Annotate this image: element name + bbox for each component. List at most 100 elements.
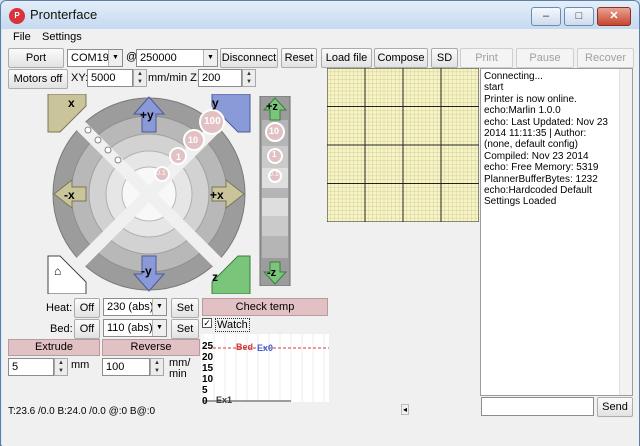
bed-set-button[interactable]: Set <box>171 319 199 339</box>
chevron-down-icon: ▼ <box>152 299 166 315</box>
recover-button[interactable]: Recover <box>577 48 634 68</box>
watch-checkbox[interactable]: ✓ <box>202 318 212 328</box>
maximize-button[interactable]: □ <box>564 7 594 26</box>
log-line: echo: Last Updated: Nov 23 <box>484 116 608 128</box>
step-0-1-label: 0.1 <box>156 170 166 177</box>
bed-value: 110 (abs) <box>107 322 153 334</box>
bed-select[interactable]: 110 (abs) ▼ <box>103 319 167 337</box>
step-100-label: 100 <box>204 116 221 127</box>
graph-tick-label: 15 <box>202 363 214 374</box>
resize-grip-icon[interactable]: ◂ <box>401 404 410 415</box>
reverse-button[interactable]: Reverse <box>102 339 200 356</box>
step-1-label: 1 <box>176 152 182 162</box>
chevron-down-icon: ▼ <box>203 50 217 66</box>
extrude-speed-unit: mm/ min <box>169 357 191 380</box>
close-button[interactable]: ✕ <box>597 7 631 26</box>
log-line: Compiled: Nov 23 2014 <box>484 150 589 162</box>
console-log[interactable]: Connecting... start Printer is now online.… <box>480 68 633 396</box>
bed-label: Bed: <box>50 323 73 335</box>
pause-button[interactable]: Pause <box>516 48 574 68</box>
minus-x-label: -x <box>64 188 75 202</box>
menu-settings[interactable]: Settings <box>42 31 82 43</box>
step-10-label: 10 <box>188 135 199 145</box>
minus-y-label: -y <box>141 264 152 278</box>
ex0-series-label: Ex0 <box>257 343 274 353</box>
graph-tick-label: 25 <box>202 341 214 352</box>
bed-series-label: Bed <box>236 342 254 352</box>
title-bar[interactable]: P Pronterface – □ ✕ <box>1 1 639 29</box>
port-button[interactable]: Port <box>8 48 64 68</box>
extrude-length-unit: mm <box>71 359 90 371</box>
home-y-label: y <box>212 96 219 110</box>
z-jog-control[interactable] <box>258 96 292 286</box>
log-line: Printer is now online. <box>484 93 577 105</box>
xy-feedrate-input[interactable]: 5000 <box>87 69 133 87</box>
log-line: PlannerBufferBytes: 1232 <box>484 173 598 185</box>
home-x-label: x <box>68 96 75 110</box>
extrude-speed-spinner[interactable]: ▲ ▼ <box>150 358 164 376</box>
graph-tick-label: 20 <box>202 352 214 363</box>
print-bed-grid[interactable] <box>327 68 479 222</box>
log-scrollbar[interactable] <box>619 69 632 395</box>
extrude-button[interactable]: Extrude <box>8 339 100 356</box>
mm-min-z-label: mm/min Z: <box>148 72 200 84</box>
log-line: Settings Loaded <box>484 196 557 208</box>
plus-z-label: +z <box>266 101 278 113</box>
window-title: Pronterface <box>30 7 98 22</box>
heat-off-button[interactable]: Off <box>74 298 100 318</box>
graph-tick-label: 5 <box>202 385 208 396</box>
disconnect-button[interactable]: Disconnect <box>220 48 278 68</box>
log-line: echo:Hardcoded Default <box>484 185 592 197</box>
z-step-10-label: 10 <box>269 126 280 136</box>
extrude-speed-input[interactable]: 100 <box>102 358 150 376</box>
send-button[interactable]: Send <box>597 397 633 417</box>
heat-set-button[interactable]: Set <box>171 298 199 318</box>
log-line: 2014 11:11:35 | Author: <box>484 128 587 140</box>
z-step-0-1-label: 0.1 <box>269 171 279 178</box>
plus-x-label: +x <box>210 188 224 202</box>
minus-z-label: -z <box>267 267 277 279</box>
baud-value: 250000 <box>140 52 177 64</box>
extrude-length-spinner[interactable]: ▲ ▼ <box>54 358 68 376</box>
home-z-label: z <box>212 270 218 284</box>
menu-file[interactable]: File <box>13 31 31 43</box>
graph-tick-label: 0 <box>202 396 208 407</box>
menu-bar: File Settings <box>2 29 639 46</box>
heat-label: Heat: <box>46 302 73 314</box>
check-temp-button[interactable]: Check temp <box>202 298 328 316</box>
log-line: (none, default config) <box>484 139 578 151</box>
heat-select[interactable]: 230 (abs) ▼ <box>103 298 167 316</box>
heat-value: 230 (abs) <box>107 301 154 313</box>
chevron-down-icon: ▼ <box>152 320 166 336</box>
compose-button[interactable]: Compose <box>374 48 428 68</box>
plus-y-label: +y <box>140 108 154 122</box>
reset-button[interactable]: Reset <box>281 48 317 68</box>
port-value: COM19 <box>71 52 109 64</box>
main-window: P Pronterface – □ ✕ File Settings Port C… <box>0 0 640 446</box>
port-select[interactable]: COM19 ▼ <box>67 49 123 67</box>
log-line: echo: Free Memory: 5319 <box>484 162 599 174</box>
ex1-series-label: Ex1 <box>216 395 233 405</box>
sd-button[interactable]: SD <box>431 48 458 68</box>
z-step-1-label: 1 <box>272 150 277 159</box>
baud-select[interactable]: 250000 ▼ <box>136 49 218 67</box>
z-feedrate-spinner[interactable]: ▲ ▼ <box>242 69 256 87</box>
log-line: echo:Marlin 1.0.0 <box>484 105 561 117</box>
load-file-button[interactable]: Load file <box>321 48 372 68</box>
print-button[interactable]: Print <box>460 48 513 68</box>
extrude-length-input[interactable]: 5 <box>8 358 54 376</box>
motors-off-button[interactable]: Motors off <box>8 69 68 89</box>
status-text: T:23.6 /0.0 B:24.0 /0.0 @:0 B@:0 <box>8 406 156 417</box>
home-all-icon[interactable]: ⌂ <box>54 264 61 278</box>
watch-label: Watch <box>215 318 250 332</box>
log-line: Connecting... <box>484 71 543 82</box>
minimize-button[interactable]: – <box>531 7 561 26</box>
z-feedrate-input[interactable]: 200 <box>198 69 242 87</box>
xy-feedrate-spinner[interactable]: ▲ ▼ <box>133 69 147 87</box>
main-panel: Port COM19 ▼ @ 250000 ▼ Disconnect Reset L… <box>2 46 639 446</box>
command-input[interactable] <box>481 397 594 416</box>
graph-tick-label: 10 <box>202 374 214 385</box>
chevron-down-icon: ▼ <box>108 50 122 66</box>
bed-off-button[interactable]: Off <box>74 319 100 339</box>
app-icon: P <box>9 8 25 24</box>
